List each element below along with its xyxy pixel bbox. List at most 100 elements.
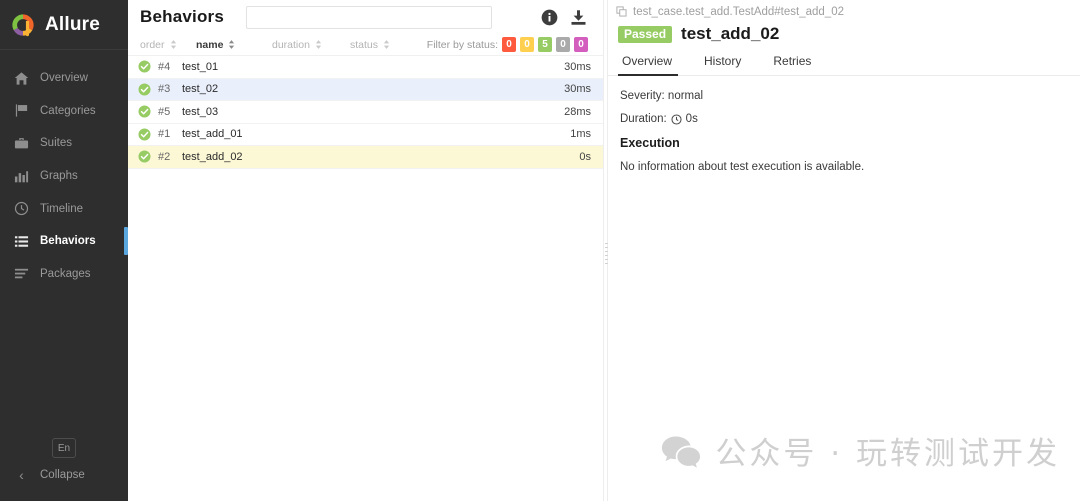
list-icon <box>14 234 29 249</box>
passed-check-icon <box>138 128 151 141</box>
sidebar-item-label: Categories <box>40 104 96 117</box>
filter-label: Filter by status: <box>426 38 498 51</box>
column-duration[interactable]: duration <box>272 39 350 51</box>
row-duration: 30ms <box>564 83 591 96</box>
execution-text: No information about test execution is a… <box>620 161 865 173</box>
row-duration: 30ms <box>564 60 591 73</box>
download-icon[interactable] <box>570 9 587 26</box>
breadcrumb-text: test_case.test_add.TestAdd#test_add_02 <box>633 6 844 18</box>
passed-check-icon <box>138 105 151 118</box>
sidebar-item-label: Suites <box>40 137 72 150</box>
passed-check-icon <box>138 60 151 73</box>
sort-arrows-icon <box>383 40 390 49</box>
column-order[interactable]: order <box>140 39 196 51</box>
row-name: test_add_01 <box>182 128 243 141</box>
language-button[interactable]: En <box>52 438 76 458</box>
status-badge-failed[interactable]: 0 <box>502 37 516 52</box>
column-label: status <box>350 38 379 51</box>
sidebar: Allure Overview Categories Suites Graphs… <box>0 0 128 501</box>
column-headers: order name duration status Filter by sta… <box>128 34 603 56</box>
severity-text: Severity: normal <box>620 90 704 102</box>
column-label: name <box>196 38 224 51</box>
allure-logo-icon <box>10 12 36 38</box>
row-order: #2 <box>158 150 171 163</box>
severity-row: Severity: normal <box>620 90 1080 102</box>
info-circle-icon[interactable] <box>541 9 558 26</box>
brand[interactable]: Allure <box>0 0 128 50</box>
row-name: test_add_02 <box>182 150 243 163</box>
chevron-left-icon: ‹ <box>19 467 24 483</box>
sidebar-item-timeline[interactable]: Timeline <box>0 192 128 225</box>
flag-icon <box>14 103 29 118</box>
passed-check-icon <box>138 150 151 163</box>
column-status[interactable]: status <box>350 39 410 51</box>
tab-overview[interactable]: Overview <box>618 54 686 76</box>
wechat-icon <box>661 434 701 468</box>
header-actions <box>541 9 591 26</box>
status-badge: Passed <box>618 25 673 43</box>
sidebar-item-label: Behaviors <box>40 235 96 248</box>
detail-title: test_add_02 <box>681 24 780 43</box>
status-badge-passed[interactable]: 5 <box>538 37 552 52</box>
app-root: Allure Overview Categories Suites Graphs… <box>0 0 1080 501</box>
sidebar-item-categories[interactable]: Categories <box>0 95 128 128</box>
duration-label: Duration: <box>620 113 667 125</box>
row-duration: 28ms <box>564 105 591 118</box>
row-name: test_03 <box>182 105 219 118</box>
table-row[interactable]: #3 test_02 30ms <box>128 78 603 101</box>
row-name: test_01 <box>182 60 219 73</box>
sidebar-item-behaviors[interactable]: Behaviors <box>0 225 128 258</box>
table-row[interactable]: #2 test_add_02 0s <box>128 146 603 169</box>
row-duration: 1ms <box>570 128 591 141</box>
detail-title-row: Passed test_add_02 <box>608 18 1080 44</box>
breadcrumb[interactable]: test_case.test_add.TestAdd#test_add_02 <box>608 0 1080 18</box>
bar-chart-icon <box>14 169 29 184</box>
row-order: #5 <box>158 105 171 118</box>
test-rows: #4 test_01 30ms #3 test_02 30ms #5 test_… <box>128 56 603 501</box>
sidebar-item-suites[interactable]: Suites <box>0 127 128 160</box>
sidebar-item-label: Overview <box>40 72 88 85</box>
status-filter: Filter by status: 0 0 5 0 0 <box>427 37 591 52</box>
brand-name: Allure <box>45 13 101 35</box>
table-row[interactable]: #4 test_01 30ms <box>128 56 603 79</box>
row-order: #4 <box>158 60 171 73</box>
table-row[interactable]: #5 test_03 28ms <box>128 101 603 124</box>
row-duration: 0s <box>579 150 591 163</box>
page-title: Behaviors <box>140 7 225 26</box>
list-header: Behaviors <box>128 0 603 34</box>
sidebar-item-label: Packages <box>40 267 91 280</box>
status-badge-unknown[interactable]: 0 <box>574 37 588 52</box>
copy-icon <box>616 6 628 18</box>
column-label: order <box>140 38 165 51</box>
tab-retries[interactable]: Retries <box>769 54 825 75</box>
sidebar-item-label: Timeline <box>40 202 84 215</box>
sidebar-item-label: Graphs <box>40 170 78 183</box>
behaviors-list-panel: Behaviors order name duration status Fil… <box>128 0 603 501</box>
table-row[interactable]: #1 test_add_01 1ms <box>128 124 603 146</box>
row-order: #1 <box>158 128 171 141</box>
sort-arrows-icon <box>170 40 177 49</box>
passed-check-icon <box>138 83 151 96</box>
detail-tabs: Overview History Retries <box>608 46 1080 76</box>
sidebar-item-packages[interactable]: Packages <box>0 258 128 291</box>
execution-heading: Execution <box>620 136 680 150</box>
status-badge-skipped[interactable]: 0 <box>556 37 570 52</box>
sidebar-nav: Overview Categories Suites Graphs Timeli… <box>0 62 128 290</box>
search-input[interactable] <box>246 5 493 29</box>
lines-icon <box>14 266 29 281</box>
status-badge-broken[interactable]: 0 <box>520 37 534 52</box>
watermark: 公众号 · 玩转测试开发 <box>661 428 1060 473</box>
watermark-text: 公众号 · 玩转测试开发 <box>715 436 1060 472</box>
collapse-label: Collapse <box>40 469 85 481</box>
sidebar-item-overview[interactable]: Overview <box>0 62 128 95</box>
sidebar-footer: En ‹ Collapse <box>0 438 128 483</box>
briefcase-icon <box>14 136 29 151</box>
sidebar-item-graphs[interactable]: Graphs <box>0 160 128 193</box>
sort-arrows-icon <box>228 40 235 49</box>
tab-history[interactable]: History <box>700 54 755 75</box>
column-name[interactable]: name <box>196 39 272 51</box>
clock-icon <box>14 201 29 216</box>
row-order: #3 <box>158 83 171 96</box>
duration-value: 0s <box>685 113 698 125</box>
collapse-button[interactable]: ‹ Collapse <box>0 467 128 483</box>
